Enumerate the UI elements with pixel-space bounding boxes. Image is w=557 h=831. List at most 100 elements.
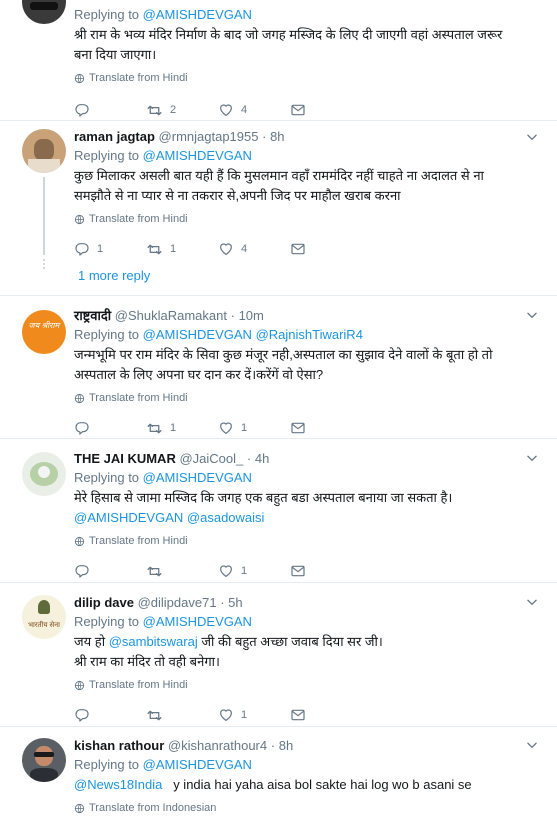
avatar[interactable]: [22, 738, 66, 782]
tweet[interactable]: kishan rathour @kishanrathour4 · 8h Repl…: [0, 727, 557, 831]
like-button[interactable]: 1: [218, 707, 290, 723]
display-name[interactable]: kishan rathour: [74, 738, 164, 753]
mention-link[interactable]: @sambitswaraj: [109, 634, 198, 649]
dm-button[interactable]: [290, 707, 362, 723]
tweet-text: जन्मभूमि पर राम मंदिर के सिवा कुछ मंजूर …: [74, 347, 493, 382]
translate-link[interactable]: Translate from Hindi: [74, 534, 535, 548]
retweet-button[interactable]: 1: [146, 241, 218, 258]
dm-button[interactable]: [290, 563, 362, 579]
display-name[interactable]: राष्ट्रवादी: [74, 308, 111, 323]
reply-icon: [74, 102, 90, 118]
timestamp[interactable]: 10m: [239, 308, 264, 323]
retweet-button[interactable]: [146, 563, 218, 580]
tweet-text: श्री राम के भव्य मंदिर निर्माण के बाद जो…: [74, 27, 503, 62]
reply-to-link[interactable]: @AMISHDEVGAN: [143, 757, 252, 772]
timestamp[interactable]: 5h: [228, 595, 242, 610]
translate-link[interactable]: Translate from Indonesian: [74, 801, 535, 815]
reply-to-link[interactable]: @AMISHDEVGAN: [143, 7, 252, 22]
replying-to: Replying to @AMISHDEVGAN: [74, 757, 252, 772]
timestamp[interactable]: 4h: [255, 451, 269, 466]
more-replies-link[interactable]: 1 more reply: [78, 268, 150, 283]
reply-to-link[interactable]: @AMISHDEVGAN: [143, 148, 252, 163]
avatar-text: भारतीय सेना: [28, 622, 60, 629]
reply-icon: [74, 563, 90, 579]
thread-dots: [43, 259, 45, 271]
chevron-down-icon[interactable]: [525, 130, 539, 144]
avatar-text: जय श्रीराम: [28, 321, 60, 330]
user-handle[interactable]: @dilipdave71: [138, 595, 217, 610]
mention-link[interactable]: @AMISHDEVGAN: [74, 510, 183, 525]
dm-button[interactable]: [290, 420, 362, 436]
envelope-icon: [290, 102, 306, 118]
tweet[interactable]: THE JAI KUMAR @JaiCool_ · 4h Replying to…: [0, 439, 557, 583]
heart-icon: [218, 563, 234, 579]
reply-to-link[interactable]: @AMISHDEVGAN: [143, 614, 252, 629]
retweet-button[interactable]: 1: [146, 420, 218, 437]
reply-button[interactable]: [74, 707, 146, 723]
reply-button[interactable]: [74, 563, 146, 579]
chevron-down-icon[interactable]: [525, 738, 539, 752]
like-button[interactable]: 4: [218, 102, 290, 118]
chevron-down-icon[interactable]: [525, 308, 539, 322]
timestamp[interactable]: 8h: [279, 738, 293, 753]
tweet-text: जय हो @sambitswaraj जी की बहुत अच्छा जवा…: [74, 634, 383, 669]
tweet-header: THE JAI KUMAR @JaiCool_ · 4h: [74, 451, 270, 466]
tweet[interactable]: भारतीय सेना dilip dave @dilipdave71 · 5h…: [0, 583, 557, 727]
envelope-icon: [290, 563, 306, 579]
tweet-header: raman jagtap @rmnjagtap1955 · 8h: [74, 129, 285, 144]
tweet-text: मेरे हिसाब से जामा मस्जिद कि जगह एक बहुत…: [74, 490, 453, 525]
avatar[interactable]: [22, 129, 66, 173]
translate-link[interactable]: Translate from Hindi: [74, 71, 535, 85]
user-handle[interactable]: @JaiCool_: [179, 451, 243, 466]
replying-to: Replying to @AMISHDEVGAN @RajnishTiwariR…: [74, 327, 363, 342]
reply-to-link[interactable]: @RajnishTiwariR4: [256, 327, 363, 342]
avatar[interactable]: भारतीय सेना: [22, 595, 66, 639]
reply-icon: [74, 420, 90, 436]
tweet-text: कुछ मिलाकर असली बात यही हैं कि मुसलमान व…: [74, 168, 484, 203]
display-name[interactable]: THE JAI KUMAR: [74, 451, 176, 466]
tweet[interactable]: Replying to @AMISHDEVGAN श्री राम के भव्…: [0, 0, 557, 121]
retweet-icon: [146, 707, 163, 724]
globe-icon: [74, 536, 85, 547]
retweet-icon: [146, 420, 163, 437]
tweet[interactable]: raman jagtap @rmnjagtap1955 · 8h Replyin…: [0, 121, 557, 296]
heart-icon: [218, 241, 234, 257]
like-button[interactable]: 1: [218, 563, 290, 579]
dm-button[interactable]: [290, 102, 362, 118]
display-name[interactable]: dilip dave: [74, 595, 134, 610]
user-handle[interactable]: @ShuklaRamakant: [115, 308, 227, 323]
chevron-down-icon[interactable]: [525, 595, 539, 609]
mention-link[interactable]: @asadowaisi: [187, 510, 265, 525]
translate-link[interactable]: Translate from Hindi: [74, 391, 535, 405]
user-handle[interactable]: @rmnjagtap1955: [159, 129, 259, 144]
reply-button[interactable]: [74, 420, 146, 436]
user-handle[interactable]: @kishanrathour4: [168, 738, 267, 753]
dm-button[interactable]: [290, 241, 362, 257]
chevron-down-icon[interactable]: [525, 451, 539, 465]
retweet-icon: [146, 563, 163, 580]
translate-link[interactable]: Translate from Hindi: [74, 212, 535, 226]
reply-icon: [74, 241, 90, 257]
translate-link[interactable]: Translate from Hindi: [74, 678, 535, 692]
like-button[interactable]: 4: [218, 241, 290, 257]
retweet-button[interactable]: 2: [146, 102, 218, 119]
mention-link[interactable]: @News18India: [74, 777, 162, 792]
avatar[interactable]: [22, 0, 66, 24]
avatar[interactable]: जय श्रीराम: [22, 310, 66, 354]
retweet-button[interactable]: [146, 707, 218, 724]
reply-to-link[interactable]: @AMISHDEVGAN: [143, 470, 252, 485]
timestamp[interactable]: 8h: [270, 129, 284, 144]
reply-to-link[interactable]: @AMISHDEVGAN: [143, 327, 252, 342]
envelope-icon: [290, 420, 306, 436]
avatar[interactable]: [22, 452, 66, 496]
replying-to: Replying to @AMISHDEVGAN: [74, 470, 252, 485]
tweet-header: राष्ट्रवादी @ShuklaRamakant · 10m: [74, 308, 264, 323]
tweet-header: kishan rathour @kishanrathour4 · 8h: [74, 738, 294, 753]
like-button[interactable]: 1: [218, 420, 290, 436]
tweet[interactable]: जय श्रीराम राष्ट्रवादी @ShuklaRamakant ·…: [0, 296, 557, 439]
display-name[interactable]: raman jagtap: [74, 129, 155, 144]
reply-button[interactable]: [74, 102, 146, 118]
globe-icon: [74, 73, 85, 84]
reply-button[interactable]: 1: [74, 241, 146, 257]
retweet-icon: [146, 241, 163, 258]
